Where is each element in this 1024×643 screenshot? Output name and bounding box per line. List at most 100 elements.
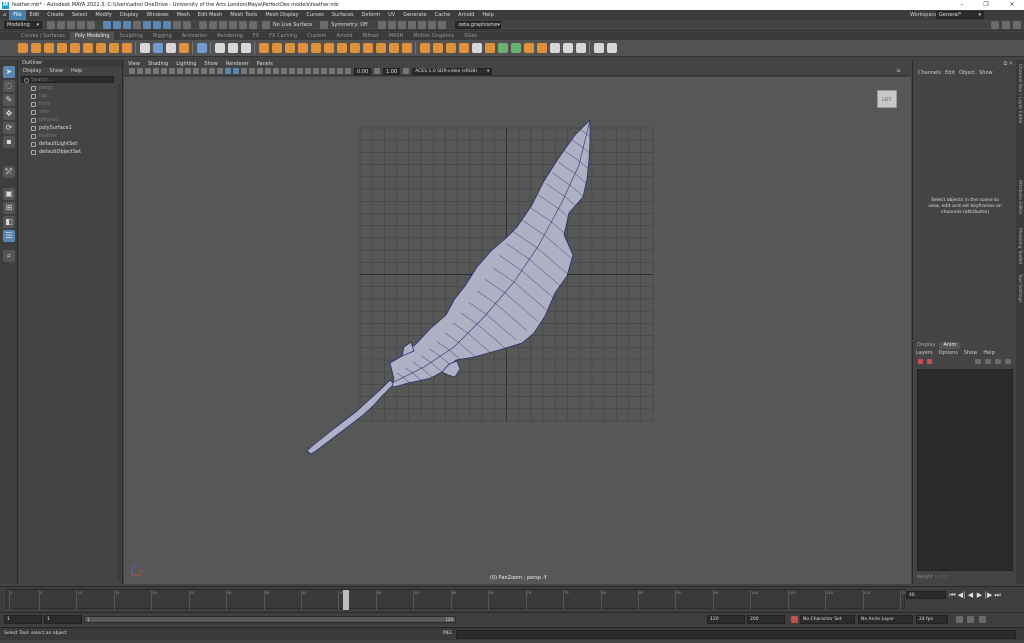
poke-icon[interactable] (523, 43, 534, 53)
menu-generate[interactable]: Generate (399, 10, 430, 20)
svg-tool-icon[interactable] (178, 43, 189, 53)
layer-tab-display[interactable]: Display (913, 342, 939, 349)
outliner-item[interactable]: top (19, 92, 122, 100)
playback-button-5[interactable]: ⏭ (993, 590, 1002, 600)
sweep-mesh-icon[interactable] (139, 43, 150, 53)
poly-torus-icon[interactable] (69, 43, 80, 53)
sound-icon[interactable] (967, 616, 974, 623)
playback-button-2[interactable]: ◀ (966, 590, 975, 600)
panel-options-icon[interactable]: ⇲ (896, 68, 900, 74)
make-hole-icon[interactable] (336, 43, 347, 53)
gamma-field[interactable]: 1.00 (383, 67, 401, 75)
channel-menu-edit[interactable]: Edit (943, 70, 957, 76)
auto-key-icon[interactable] (791, 616, 798, 623)
menu-display[interactable]: Display (116, 10, 142, 20)
collapse-icon[interactable] (388, 43, 399, 53)
snap-vertex-icon[interactable] (249, 21, 257, 29)
playback-button-0[interactable]: ⏮ (948, 590, 957, 600)
lock-camera-icon[interactable] (137, 68, 143, 74)
single-view-icon[interactable]: ▣ (3, 188, 15, 200)
channel-menu-channels[interactable]: Channels (916, 70, 943, 76)
menu-mesh[interactable]: Mesh (173, 10, 194, 20)
playback-button-3[interactable]: ▶ (975, 590, 984, 600)
poly-platonic-icon[interactable] (108, 43, 119, 53)
gate-mask-icon[interactable] (193, 68, 199, 74)
render-setup-icon[interactable] (428, 21, 437, 29)
render-settings-icon[interactable] (408, 21, 417, 29)
shelf-tab-fx-caching[interactable]: FX Caching (264, 32, 302, 40)
conform-icon[interactable] (549, 43, 560, 53)
wireframe-on-shaded-icon[interactable] (249, 68, 255, 74)
render-view-icon[interactable] (378, 21, 387, 29)
select-mask-5-icon[interactable] (183, 21, 191, 29)
freeze-transform-icon[interactable] (606, 43, 617, 53)
snap-view-icon[interactable] (229, 21, 237, 29)
hypershade-icon[interactable] (418, 21, 427, 29)
select-mask-4-icon[interactable] (173, 21, 181, 29)
super-shape-icon[interactable] (152, 43, 163, 53)
shelf-tab-rendering[interactable]: Rendering (212, 32, 248, 40)
xray-components-icon[interactable] (337, 68, 343, 74)
layer-menu-options[interactable]: Options (936, 350, 961, 356)
layer-menu-layers[interactable]: Layers (913, 350, 936, 356)
layer-down-icon[interactable] (927, 359, 932, 364)
layer-list[interactable] (917, 369, 1013, 571)
menu-file[interactable]: File (9, 10, 26, 20)
shelf-tab-custom[interactable]: Custom (302, 32, 331, 40)
outliner-layout-icon[interactable]: ☰ (3, 230, 15, 242)
new-layer-icon[interactable] (975, 359, 981, 364)
shelf-tab-rigging[interactable]: Rigging (148, 32, 177, 40)
layer-up-icon[interactable] (918, 359, 923, 364)
layer-delete-icon[interactable] (1005, 359, 1011, 364)
time-slider-track[interactable]: 1 5 10 15 20 25 30 35 40 45 50 55 60 65 70 75 80 85 90 95 10… (6, 589, 908, 610)
four-view-icon[interactable]: ⊞ (3, 202, 15, 214)
shelf-tab-fx[interactable]: FX (248, 32, 264, 40)
undo-icon[interactable] (77, 21, 85, 29)
side-tab-attribute-editor[interactable]: Attribute Editor (1017, 180, 1022, 215)
image-plane-icon[interactable] (161, 68, 167, 74)
textured-icon[interactable] (257, 68, 263, 74)
outliner-item[interactable]: polySurface1 (19, 124, 122, 132)
poly-pyramid-icon[interactable] (121, 43, 132, 53)
poly-disc-icon[interactable] (95, 43, 106, 53)
fill-hole-icon[interactable] (323, 43, 334, 53)
channel-menu-object[interactable]: Object (957, 70, 977, 76)
merge-icon[interactable] (375, 43, 386, 53)
side-tab-channel-box-layer-editor[interactable]: Channel Box / Layer Editor (1017, 64, 1022, 124)
multisample-aa-icon[interactable] (297, 68, 303, 74)
ipr-render-icon[interactable] (398, 21, 407, 29)
outliner-scrollbar[interactable] (118, 84, 121, 580)
shelf-tab-bifrost[interactable]: Bifrost (358, 32, 384, 40)
weight-value[interactable]: 1.000 (934, 575, 947, 580)
shelf-tab-xgen[interactable]: XGen (459, 32, 483, 40)
isolate-select-icon[interactable] (313, 68, 319, 74)
grid-icon[interactable] (169, 68, 175, 74)
select-by-object-icon[interactable] (113, 21, 121, 29)
select-mask-2-icon[interactable] (153, 21, 161, 29)
last-tool-icon[interactable]: ⤱ (3, 166, 15, 178)
persp-outliner-icon[interactable]: ◧ (3, 216, 15, 228)
menu-surfaces[interactable]: Surfaces (328, 10, 358, 20)
select-mask-icon[interactable] (143, 21, 151, 29)
viewport-menu-show[interactable]: Show (200, 61, 222, 67)
bridge-icon[interactable] (284, 43, 295, 53)
outliner-item[interactable]: side (19, 108, 122, 116)
bookmarks-icon[interactable] (153, 68, 159, 74)
move-tool-icon[interactable]: ✥ (3, 108, 15, 120)
menu-create[interactable]: Create (43, 10, 68, 20)
poly-cylinder-icon[interactable] (43, 43, 54, 53)
snap-curve-icon[interactable] (209, 21, 217, 29)
menu-arnold[interactable]: Arnold (454, 10, 478, 20)
shelf-tab-mash[interactable]: MASH (384, 32, 409, 40)
outliner-search-input[interactable]: Search... (21, 76, 114, 83)
combine-icon[interactable] (214, 43, 225, 53)
shelf-tab-motion-graphics[interactable]: Motion Graphics (408, 32, 459, 40)
menu-cache[interactable]: Cache (431, 10, 455, 20)
magnify-icon[interactable]: ⌕ (3, 250, 15, 262)
playback-button-1[interactable]: ◀| (957, 590, 966, 600)
layout-toggle-icon[interactable] (1002, 21, 1010, 29)
side-tab-modeling-toolkit[interactable]: Modeling Toolkit (1017, 228, 1022, 264)
viewport-menu-lighting[interactable]: Lighting (172, 61, 200, 67)
reduce-icon[interactable] (497, 43, 508, 53)
gamma-icon[interactable] (374, 68, 381, 74)
